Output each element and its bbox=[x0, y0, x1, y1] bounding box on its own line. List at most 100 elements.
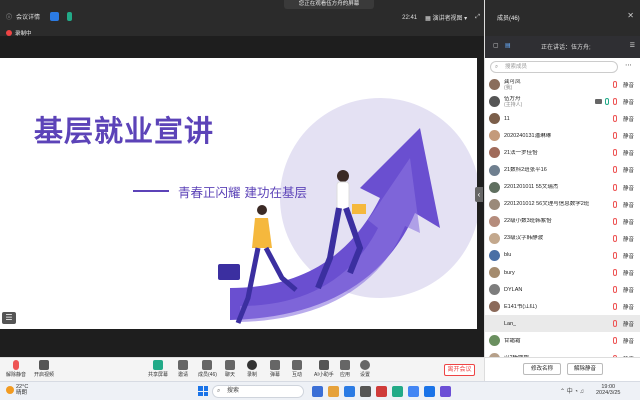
view-mode-label: 演讲者视图 bbox=[432, 16, 463, 22]
close-icon[interactable]: ✕ bbox=[627, 11, 634, 20]
member-status[interactable]: 静音 bbox=[623, 98, 634, 106]
members-button[interactable]: 成员(46) bbox=[198, 360, 217, 378]
speaking-label: 正在讲话：伍方舟; bbox=[541, 45, 591, 51]
danmu-button[interactable]: 弹幕 bbox=[270, 360, 280, 378]
mic-muted-icon bbox=[613, 183, 617, 191]
settings-button[interactable]: 设置 bbox=[360, 360, 370, 378]
speaker-grid-icon[interactable]: ▢ bbox=[493, 42, 499, 49]
video-button[interactable]: 开启视频 bbox=[34, 360, 54, 378]
member-status[interactable]: 静音 bbox=[623, 320, 634, 328]
list-item[interactable]: Lan_ 静音 bbox=[485, 315, 640, 333]
list-icon[interactable]: ☰ bbox=[2, 312, 16, 324]
list-item[interactable]: 伍方舟 (主持人) 静音 bbox=[485, 93, 640, 110]
meeting-app-icon[interactable] bbox=[424, 386, 435, 397]
list-item[interactable]: DYLAN 静音 bbox=[485, 281, 640, 298]
list-item[interactable]: 2201201011 55文瑞杰 静音 bbox=[485, 179, 640, 196]
member-names: 21法一罗佳怡 bbox=[504, 150, 538, 156]
folder-icon[interactable] bbox=[328, 386, 339, 397]
record-button[interactable]: 录制 bbox=[247, 360, 257, 378]
mute-button[interactable]: 解除静音 bbox=[6, 360, 26, 378]
taskbar-search[interactable]: ⌕ 搜索 bbox=[212, 385, 304, 398]
member-names: DYLAN bbox=[504, 287, 522, 293]
edge-icon[interactable] bbox=[344, 386, 355, 397]
member-status[interactable]: 静音 bbox=[623, 269, 634, 277]
member-status[interactable]: 静音 bbox=[623, 201, 634, 209]
system-tray[interactable]: ⌃ 中 ◔ ♫ bbox=[560, 386, 584, 395]
list-item[interactable]: 2201201012 56文理与信息数学2班 静音 bbox=[485, 196, 640, 213]
weather-desc: 晴朗 bbox=[16, 390, 28, 396]
app-icon-1[interactable] bbox=[312, 386, 323, 397]
unmute-all-button[interactable]: 解除静音 bbox=[567, 363, 603, 375]
member-status[interactable]: 静音 bbox=[623, 286, 634, 294]
mic-muted-icon bbox=[613, 98, 617, 106]
windows-start-icon[interactable] bbox=[198, 386, 208, 396]
member-status[interactable]: 静音 bbox=[623, 166, 634, 174]
member-names: Lan_ bbox=[504, 321, 516, 327]
member-status[interactable]: 静音 bbox=[623, 184, 634, 192]
signal-icon bbox=[67, 12, 73, 21]
avatar bbox=[489, 301, 500, 313]
chrome-icon[interactable] bbox=[408, 386, 419, 397]
ai-label: AI小助手 bbox=[314, 372, 334, 378]
leave-meeting-button[interactable]: 离开会议 bbox=[444, 364, 475, 376]
share-label: 共享屏幕 bbox=[148, 372, 169, 378]
list-item[interactable]: 龚可凤 (我) 静音 bbox=[485, 76, 640, 93]
mic-muted-icon bbox=[613, 132, 617, 140]
app-icon-3[interactable] bbox=[376, 386, 387, 397]
member-role: (主持人) bbox=[504, 101, 523, 108]
mic-muted-icon bbox=[613, 200, 617, 208]
member-status[interactable]: 静音 bbox=[623, 115, 634, 123]
speaker-list-icon[interactable]: ▤ bbox=[505, 42, 511, 49]
app-icon-2[interactable] bbox=[360, 386, 371, 397]
member-status[interactable]: 静音 bbox=[623, 252, 634, 260]
rename-button[interactable]: 修改名称 bbox=[523, 363, 561, 375]
member-status[interactable]: 静音 bbox=[623, 337, 634, 345]
member-list: 龚可凤 (我) 静音 伍方舟 (主持人) 静音 11 静音 2020240131潘琳琳 静音 21法… bbox=[485, 76, 640, 367]
app-icon-5[interactable] bbox=[440, 386, 451, 397]
speaking-bar: ▢ ▤ 正在讲话：伍方舟; ☰ bbox=[485, 36, 640, 58]
list-item[interactable]: blu 静音 bbox=[485, 247, 640, 264]
member-names: blu bbox=[504, 252, 511, 258]
member-names: bury bbox=[504, 270, 515, 276]
fullscreen-icon[interactable]: ⤢ bbox=[475, 14, 480, 21]
chat-label: 聊天 bbox=[225, 372, 236, 378]
list-item[interactable]: bury 静音 bbox=[485, 264, 640, 281]
danmu-label: 弹幕 bbox=[270, 372, 281, 378]
mic-muted-icon bbox=[613, 251, 617, 259]
member-status[interactable]: 静音 bbox=[623, 132, 634, 140]
chat-button[interactable]: 聊天 bbox=[225, 360, 235, 378]
clock-date: 2024/3/25 bbox=[596, 390, 621, 396]
list-item[interactable]: 21法一罗佳怡 静音 bbox=[485, 144, 640, 161]
view-mode-button[interactable]: ▦ 演讲者视图 ▾ bbox=[425, 13, 467, 22]
list-item[interactable]: 2020240131潘琳琳 静音 bbox=[485, 127, 640, 144]
list-item[interactable]: E141书(江红) 静音 bbox=[485, 298, 640, 315]
list-item[interactable]: 11 静音 bbox=[485, 110, 640, 127]
member-status[interactable]: 静音 bbox=[623, 218, 634, 226]
list-item[interactable]: 23级汉字韩静波 静音 bbox=[485, 230, 640, 247]
member-filter-icon[interactable]: ⋯ bbox=[625, 61, 632, 69]
search-icon: ⌕ bbox=[217, 388, 221, 394]
member-names: 22级小数3班韩紫怡 bbox=[504, 218, 552, 224]
ai-assistant-button[interactable]: AI小助手 bbox=[314, 360, 334, 378]
menu-icon[interactable]: ☰ bbox=[630, 42, 635, 49]
member-status[interactable]: 静音 bbox=[623, 303, 634, 311]
windows-taskbar: 22°C 晴朗 ⌕ 搜索 ⌃ 中 ◔ ♫ 19:00 2024/3/25 bbox=[0, 381, 640, 400]
meeting-info[interactable]: ⓘ 会议详情 bbox=[6, 12, 73, 21]
member-status[interactable]: 静音 bbox=[623, 235, 634, 243]
mic-muted-icon bbox=[613, 337, 617, 345]
interact-button[interactable]: 互动 bbox=[292, 360, 302, 378]
share-screen-button[interactable]: 共享屏幕 bbox=[148, 360, 168, 378]
meeting-toolbar: 解除静音 开启视频 共享屏幕 邀请 成员(46) 聊天 录制 弹幕 互动 AI小… bbox=[0, 357, 484, 381]
list-item[interactable]: 22级小数3班韩紫怡 静音 bbox=[485, 213, 640, 230]
weather-widget[interactable]: 22°C 晴朗 bbox=[16, 384, 28, 396]
taskbar-clock[interactable]: 19:00 2024/3/25 bbox=[596, 384, 620, 396]
invite-button[interactable]: 邀请 bbox=[178, 360, 188, 378]
app-icon-4[interactable] bbox=[392, 386, 403, 397]
member-status[interactable]: 静音 bbox=[623, 81, 634, 89]
member-status[interactable]: 静音 bbox=[623, 149, 634, 157]
apps-button[interactable]: 应用 bbox=[340, 360, 350, 378]
member-search-input[interactable]: ⌕ 搜索成员 bbox=[490, 61, 618, 73]
collapse-panel-button[interactable]: ‹ bbox=[475, 187, 483, 202]
list-item[interactable]: 21数科2班张平16 静音 bbox=[485, 161, 640, 178]
list-item[interactable]: 甘霜霜 静音 bbox=[485, 332, 640, 349]
